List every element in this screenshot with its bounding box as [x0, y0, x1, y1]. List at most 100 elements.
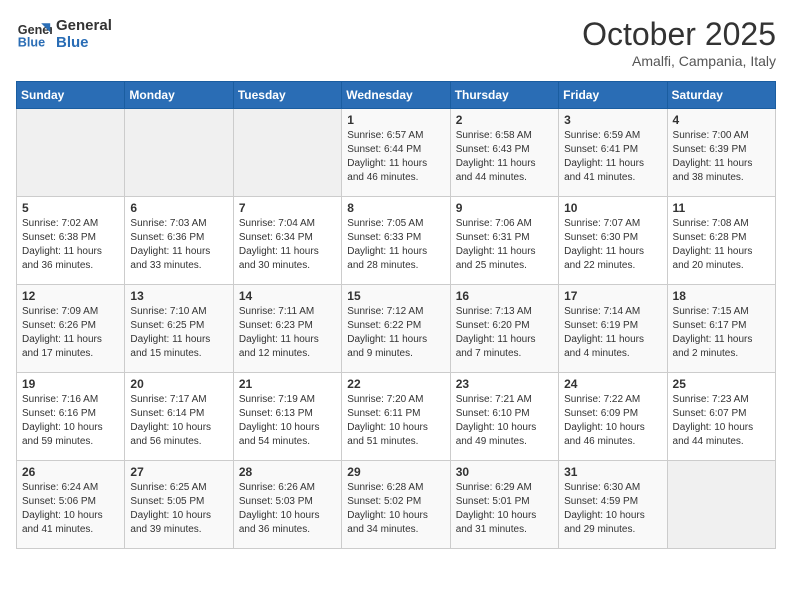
- header-monday: Monday: [125, 82, 233, 109]
- calendar-table: SundayMondayTuesdayWednesdayThursdayFrid…: [16, 81, 776, 549]
- week-row-3: 12 Sunrise: 7:09 AM Sunset: 6:26 PM Dayli…: [17, 285, 776, 373]
- day-info: Sunrise: 7:02 AM Sunset: 6:38 PM Dayligh…: [22, 217, 119, 273]
- week-row-1: 1 Sunrise: 6:57 AM Sunset: 6:44 PM Daylig…: [17, 109, 776, 197]
- week-row-4: 19Sunrise: 7:16 AM Sunset: 6:16 PM Dayli…: [17, 373, 776, 461]
- day-number: 20: [130, 377, 227, 391]
- calendar-cell: 23 Sunrise: 7:21 AM Sunset: 6:10 PM Dayli…: [450, 373, 558, 461]
- day-info: Sunrise: 7:19 AM Sunset: 6:13 PM Dayligh…: [239, 393, 336, 449]
- calendar-cell: 10 Sunrise: 7:07 AM Sunset: 6:30 PM Dayli…: [559, 197, 667, 285]
- day-info: Sunrise: 7:09 AM Sunset: 6:26 PM Dayligh…: [22, 305, 119, 361]
- day-info: Sunrise: 7:23 AM Sunset: 6:07 PM Dayligh…: [673, 393, 770, 449]
- day-number: 31: [564, 465, 661, 479]
- day-number: 27: [130, 465, 227, 479]
- day-number: 16: [456, 289, 553, 303]
- svg-text:Blue: Blue: [18, 36, 45, 50]
- day-info: Sunrise: 6:30 AM Sunset: 4:59 PM Dayligh…: [564, 481, 661, 537]
- day-info: Sunrise: 7:15 AM Sunset: 6:17 PM Dayligh…: [673, 305, 770, 361]
- logo-line2: Blue: [56, 34, 112, 51]
- day-info: Sunrise: 6:24 AM Sunset: 5:06 PM Dayligh…: [22, 481, 119, 537]
- header-wednesday: Wednesday: [342, 82, 450, 109]
- day-info: Sunrise: 7:12 AM Sunset: 6:22 PM Dayligh…: [347, 305, 444, 361]
- day-info: Sunrise: 7:20 AM Sunset: 6:11 PM Dayligh…: [347, 393, 444, 449]
- day-info: Sunrise: 6:57 AM Sunset: 6:44 PM Dayligh…: [347, 129, 444, 185]
- calendar-cell: 9 Sunrise: 7:06 AM Sunset: 6:31 PM Daylig…: [450, 197, 558, 285]
- location-subtitle: Amalfi, Campania, Italy: [582, 53, 776, 69]
- day-info: Sunrise: 7:22 AM Sunset: 6:09 PM Dayligh…: [564, 393, 661, 449]
- day-number: 4: [673, 113, 770, 127]
- logo-line1: General: [56, 17, 112, 34]
- calendar-cell: 29 Sunrise: 6:28 AM Sunset: 5:02 PM Dayli…: [342, 461, 450, 549]
- page-header: General Blue General Blue October 2025 A…: [16, 16, 776, 69]
- day-number: 28: [239, 465, 336, 479]
- day-info: Sunrise: 7:08 AM Sunset: 6:28 PM Dayligh…: [673, 217, 770, 273]
- day-info: Sunrise: 6:59 AM Sunset: 6:41 PM Dayligh…: [564, 129, 661, 185]
- day-info: Sunrise: 7:03 AM Sunset: 6:36 PM Dayligh…: [130, 217, 227, 273]
- day-info: Sunrise: 7:00 AM Sunset: 6:39 PM Dayligh…: [673, 129, 770, 185]
- calendar-cell: 28 Sunrise: 6:26 AM Sunset: 5:03 PM Dayli…: [233, 461, 341, 549]
- day-number: 23: [456, 377, 553, 391]
- day-number: 17: [564, 289, 661, 303]
- day-info: Sunrise: 7:06 AM Sunset: 6:31 PM Dayligh…: [456, 217, 553, 273]
- calendar-cell: 19Sunrise: 7:16 AM Sunset: 6:16 PM Dayli…: [17, 373, 125, 461]
- day-info: Sunrise: 6:25 AM Sunset: 5:05 PM Dayligh…: [130, 481, 227, 537]
- day-number: 26: [22, 465, 119, 479]
- calendar-cell: 20 Sunrise: 7:17 AM Sunset: 6:14 PM Dayli…: [125, 373, 233, 461]
- calendar-cell: [233, 109, 341, 197]
- calendar-cell: 7Sunrise: 7:04 AM Sunset: 6:34 PM Daylig…: [233, 197, 341, 285]
- day-info: Sunrise: 7:05 AM Sunset: 6:33 PM Dayligh…: [347, 217, 444, 273]
- day-info: Sunrise: 7:17 AM Sunset: 6:14 PM Dayligh…: [130, 393, 227, 449]
- day-number: 19: [22, 377, 119, 391]
- day-number: 21: [239, 377, 336, 391]
- day-number: 8: [347, 201, 444, 215]
- day-number: 2: [456, 113, 553, 127]
- day-number: 15: [347, 289, 444, 303]
- day-number: 24: [564, 377, 661, 391]
- day-number: 30: [456, 465, 553, 479]
- header-tuesday: Tuesday: [233, 82, 341, 109]
- calendar-cell: 14 Sunrise: 7:11 AM Sunset: 6:23 PM Dayli…: [233, 285, 341, 373]
- calendar-cell: 1 Sunrise: 6:57 AM Sunset: 6:44 PM Daylig…: [342, 109, 450, 197]
- header-saturday: Saturday: [667, 82, 775, 109]
- calendar-cell: 24 Sunrise: 7:22 AM Sunset: 6:09 PM Dayli…: [559, 373, 667, 461]
- calendar-cell: 6 Sunrise: 7:03 AM Sunset: 6:36 PM Daylig…: [125, 197, 233, 285]
- calendar-cell: [667, 461, 775, 549]
- day-number: 6: [130, 201, 227, 215]
- header-friday: Friday: [559, 82, 667, 109]
- header-row: SundayMondayTuesdayWednesdayThursdayFrid…: [17, 82, 776, 109]
- calendar-cell: [125, 109, 233, 197]
- title-block: October 2025 Amalfi, Campania, Italy: [582, 16, 776, 69]
- day-info: Sunrise: 7:13 AM Sunset: 6:20 PM Dayligh…: [456, 305, 553, 361]
- calendar-cell: 2 Sunrise: 6:58 AM Sunset: 6:43 PM Daylig…: [450, 109, 558, 197]
- week-row-5: 26 Sunrise: 6:24 AM Sunset: 5:06 PM Dayli…: [17, 461, 776, 549]
- calendar-cell: 8 Sunrise: 7:05 AM Sunset: 6:33 PM Daylig…: [342, 197, 450, 285]
- calendar-cell: 4 Sunrise: 7:00 AM Sunset: 6:39 PM Daylig…: [667, 109, 775, 197]
- day-number: 5: [22, 201, 119, 215]
- calendar-cell: 16 Sunrise: 7:13 AM Sunset: 6:20 PM Dayli…: [450, 285, 558, 373]
- day-number: 14: [239, 289, 336, 303]
- calendar-cell: 31 Sunrise: 6:30 AM Sunset: 4:59 PM Dayli…: [559, 461, 667, 549]
- day-info: Sunrise: 6:58 AM Sunset: 6:43 PM Dayligh…: [456, 129, 553, 185]
- day-number: 10: [564, 201, 661, 215]
- calendar-cell: 30Sunrise: 6:29 AM Sunset: 5:01 PM Dayli…: [450, 461, 558, 549]
- calendar-cell: 5 Sunrise: 7:02 AM Sunset: 6:38 PM Daylig…: [17, 197, 125, 285]
- day-number: 12: [22, 289, 119, 303]
- day-info: Sunrise: 6:28 AM Sunset: 5:02 PM Dayligh…: [347, 481, 444, 537]
- day-number: 29: [347, 465, 444, 479]
- day-number: 3: [564, 113, 661, 127]
- day-number: 22: [347, 377, 444, 391]
- day-info: Sunrise: 7:11 AM Sunset: 6:23 PM Dayligh…: [239, 305, 336, 361]
- day-number: 1: [347, 113, 444, 127]
- day-info: Sunrise: 6:26 AM Sunset: 5:03 PM Dayligh…: [239, 481, 336, 537]
- day-info: Sunrise: 7:04 AM Sunset: 6:34 PM Dayligh…: [239, 217, 336, 273]
- day-number: 11: [673, 201, 770, 215]
- day-info: Sunrise: 7:07 AM Sunset: 6:30 PM Dayligh…: [564, 217, 661, 273]
- calendar-cell: 18Sunrise: 7:15 AM Sunset: 6:17 PM Dayli…: [667, 285, 775, 373]
- day-info: Sunrise: 7:21 AM Sunset: 6:10 PM Dayligh…: [456, 393, 553, 449]
- calendar-cell: 12 Sunrise: 7:09 AM Sunset: 6:26 PM Dayli…: [17, 285, 125, 373]
- logo-icon: General Blue: [16, 16, 52, 52]
- header-thursday: Thursday: [450, 82, 558, 109]
- header-sunday: Sunday: [17, 82, 125, 109]
- logo: General Blue General Blue: [16, 16, 112, 52]
- calendar-cell: 22 Sunrise: 7:20 AM Sunset: 6:11 PM Dayli…: [342, 373, 450, 461]
- day-number: 9: [456, 201, 553, 215]
